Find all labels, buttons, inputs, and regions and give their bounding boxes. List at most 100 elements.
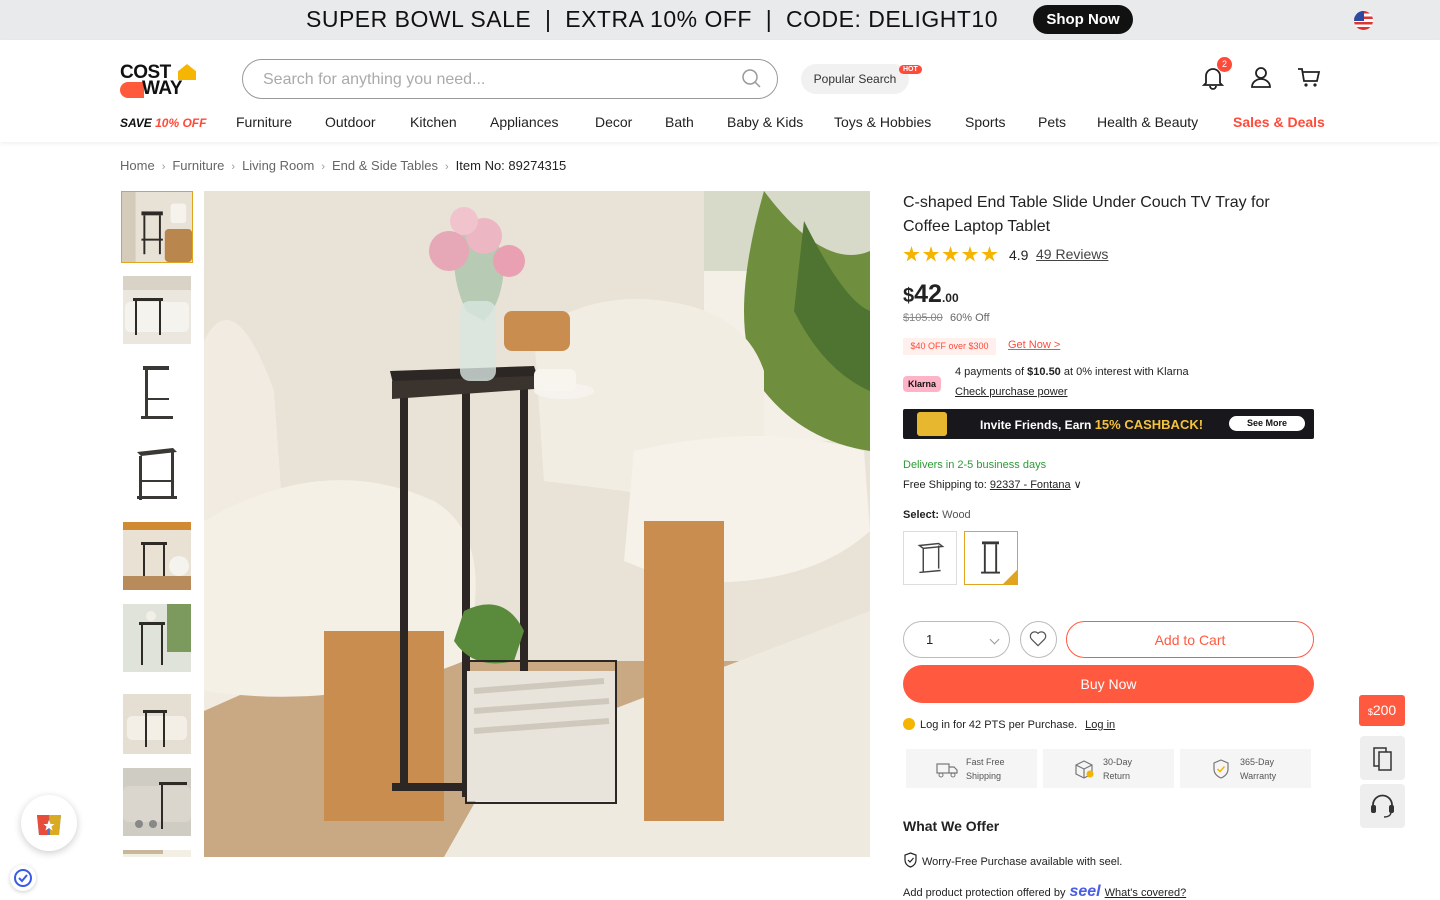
perk-text: Fast Free Shipping <box>966 755 1005 783</box>
points-text: Log in for 42 PTS per Purchase. <box>920 719 1078 731</box>
buy-now-button[interactable]: Buy Now <box>903 665 1314 703</box>
thumbnail-5[interactable] <box>123 522 191 590</box>
cart-icon[interactable] <box>1296 64 1322 90</box>
variant-option-black[interactable] <box>903 531 957 585</box>
cashback-prefix: Invite Friends, Earn <box>980 418 1095 432</box>
zip-selector[interactable]: 92337 - Fontana <box>990 479 1071 491</box>
search-icon[interactable] <box>741 68 763 90</box>
rating-value: 4.9 <box>1009 247 1029 263</box>
nav-kitchen[interactable]: Kitchen <box>410 114 457 130</box>
add-to-cart-button[interactable]: Add to Cart <box>1066 621 1314 658</box>
nav-sports[interactable]: Sports <box>965 114 1005 130</box>
thumbnail-1[interactable] <box>121 191 193 263</box>
perk-text: 365-Day Warranty <box>1240 755 1276 783</box>
thumbnail-3[interactable] <box>123 358 191 426</box>
product-protection: Add product protection offered by seel Wha… <box>903 883 1186 900</box>
thumbnail-9[interactable] <box>123 850 191 857</box>
perk-line1: 365-Day <box>1240 757 1275 767</box>
logo-mark <box>120 82 144 98</box>
cashback-banner[interactable]: Invite Friends, Earn 15% CASHBACK! See M… <box>903 409 1314 439</box>
nav-bath[interactable]: Bath <box>665 114 694 130</box>
nav-health-beauty[interactable]: Health & Beauty <box>1097 114 1198 130</box>
whats-covered-link[interactable]: What's covered? <box>1105 887 1187 899</box>
costway-logo[interactable]: COST WAY <box>120 62 200 99</box>
popular-search-button[interactable]: Popular Search <box>801 64 909 94</box>
cashback-highlight: 15% CASHBACK! <box>1094 417 1204 432</box>
account-icon[interactable] <box>1248 64 1274 90</box>
quantity-value: 1 <box>926 632 934 647</box>
nav-baby-kids[interactable]: Baby & Kids <box>727 114 803 130</box>
verified-check-button[interactable] <box>10 865 36 891</box>
thumbnail-7[interactable] <box>123 686 191 754</box>
shopping-assistant-button[interactable] <box>21 795 77 851</box>
compare-button[interactable] <box>1360 736 1405 780</box>
star-icon <box>961 246 979 262</box>
worry-free-info: Worry-Free Purchase available with seel. <box>903 852 1122 868</box>
breadcrumb-home[interactable]: Home <box>120 158 155 173</box>
klarna-logo: Klarna <box>903 376 941 392</box>
nav-pets[interactable]: Pets <box>1038 114 1066 130</box>
logo-text-bottom: WAY <box>142 78 183 99</box>
thumbnail-8[interactable] <box>123 768 191 836</box>
shop-now-button[interactable]: Shop Now <box>1033 5 1133 34</box>
check-purchase-power-link[interactable]: Check purchase power <box>955 386 1068 398</box>
reviews-link[interactable]: 49 Reviews <box>1036 246 1108 262</box>
perk-warranty: 365-Day Warranty <box>1180 749 1311 788</box>
cashback-text: Invite Friends, Earn 15% CASHBACK! <box>980 417 1203 432</box>
thumbnail-6[interactable] <box>123 604 191 672</box>
star-icon <box>922 246 940 262</box>
seel-logo: seel <box>1069 883 1101 900</box>
thumbnail-4[interactable] <box>123 440 191 508</box>
nav-sales-deals[interactable]: Sales & Deals <box>1233 114 1325 130</box>
reward-amount: 200 <box>1372 702 1397 718</box>
chevron-right-icon: › <box>231 161 236 173</box>
variant-option-wood[interactable] <box>964 531 1018 585</box>
discount-percent: 60% Off <box>950 312 990 324</box>
star-icon <box>942 246 959 262</box>
worry-free-text: Worry-Free Purchase available with seel. <box>922 856 1123 868</box>
original-price: $105.00 <box>903 312 943 324</box>
get-now-link[interactable]: Get Now > <box>1008 339 1060 351</box>
nav-decor[interactable]: Decor <box>595 114 632 130</box>
headset-icon <box>1371 794 1394 818</box>
quantity-select[interactable]: 1 <box>903 621 1010 658</box>
thumbnail-2[interactable] <box>123 276 191 344</box>
gift-icon <box>917 412 947 436</box>
price-currency: $ <box>903 285 915 307</box>
us-flag-icon[interactable] <box>1354 11 1373 30</box>
price-cents: .00 <box>941 291 959 305</box>
site-header: COST WAY Popular Search HOT 2 SAVE 10% O… <box>0 40 1440 142</box>
chevron-right-icon: › <box>321 161 325 173</box>
klarna-amount: $10.50 <box>1027 366 1061 378</box>
search-input[interactable] <box>263 69 723 91</box>
perk-line2: Return <box>1103 771 1131 781</box>
truck-icon <box>936 763 958 778</box>
chevron-down-icon[interactable]: ∨ <box>1074 479 1082 491</box>
breadcrumb-living-room[interactable]: Living Room <box>242 158 314 173</box>
see-more-button[interactable]: See More <box>1229 416 1305 431</box>
chevron-right-icon: › <box>161 161 166 173</box>
shield-check-icon <box>904 852 917 868</box>
breadcrumb-end-side-tables[interactable]: End & Side Tables <box>332 158 438 173</box>
save-promo-label[interactable]: SAVE 10% OFF <box>120 116 206 130</box>
nav-outdoor[interactable]: Outdoor <box>325 114 376 130</box>
shipping-prefix: Free Shipping to: <box>903 479 990 491</box>
thumbnail-strip <box>120 191 194 857</box>
coupon-badge: $40 OFF over $300 <box>903 338 996 355</box>
check-badge-icon <box>14 869 32 887</box>
shopping-bag-icon <box>37 815 61 835</box>
promo-banner: SUPER BOWL SALE | EXTRA 10% OFF | CODE: … <box>0 0 1440 40</box>
wishlist-button[interactable] <box>1020 621 1057 658</box>
login-link[interactable]: Log in <box>1085 719 1115 731</box>
main-product-image[interactable] <box>204 191 870 857</box>
nav-appliances[interactable]: Appliances <box>490 114 559 130</box>
nav-toys-hobbies[interactable]: Toys & Hobbies <box>834 114 931 130</box>
breadcrumb-current: Item No: 89274315 <box>455 158 567 173</box>
select-value: Wood <box>942 509 971 521</box>
reward-badge[interactable]: $200 <box>1359 695 1405 726</box>
breadcrumb-furniture[interactable]: Furniture <box>172 158 224 173</box>
customer-service-button[interactable] <box>1360 784 1405 828</box>
nav-furniture[interactable]: Furniture <box>236 114 292 130</box>
promo-text: SUPER BOWL SALE | EXTRA 10% OFF | CODE: … <box>306 6 998 32</box>
star-rating <box>903 246 1001 264</box>
